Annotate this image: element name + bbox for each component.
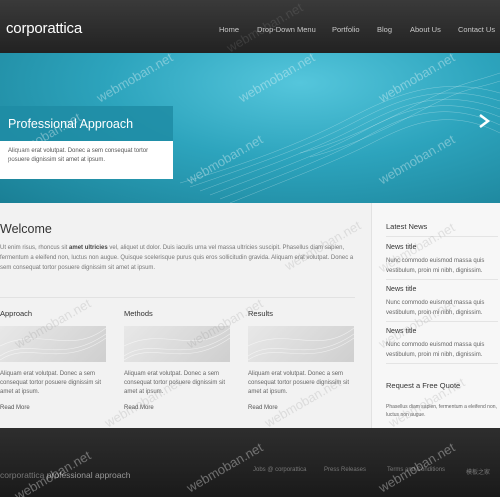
sidebar-divider — [386, 236, 498, 237]
main-content: Welcome Ut enim risus, rhoncus sit amet … — [0, 203, 370, 428]
read-more-link[interactable]: Read More — [248, 405, 354, 411]
quote-heading[interactable]: Request a Free Quote — [386, 381, 460, 390]
nav-home[interactable]: Home — [219, 25, 239, 34]
footer-link-press[interactable]: Press Releases — [324, 467, 366, 473]
news-title[interactable]: News title — [386, 328, 416, 335]
nav-about-us[interactable]: About Us — [410, 25, 441, 34]
site-header: corporattica Home Drop-Down Menu Portfol… — [0, 0, 500, 53]
news-text: Nunc commodo euismod massa quis vestibul… — [386, 300, 485, 316]
column-image — [248, 326, 354, 362]
site-footer: corporattica professional approach Jobs … — [0, 428, 500, 497]
next-slide-arrow-icon[interactable] — [478, 114, 490, 128]
footer-brand[interactable]: corporattica — [0, 470, 44, 480]
hero-banner: Professional Approach Aliquam erat volut… — [0, 53, 500, 203]
sidebar: Latest News News title Nunc commodo euis… — [371, 203, 500, 428]
welcome-text-bold: amet ultricies — [69, 245, 108, 251]
column-text: Aliquam erat volutpat. Donec a sem conse… — [124, 371, 226, 395]
quote-text: Phasellus diam sapien, fermentum a eleif… — [386, 404, 497, 418]
news-title[interactable]: News title — [386, 244, 416, 251]
nav-contact-us[interactable]: Contact Us — [458, 25, 495, 34]
column-results: Results Aliquam erat volutpat. Donec a s… — [248, 309, 354, 411]
read-more-link[interactable]: Read More — [0, 405, 106, 411]
footer-link-template-home[interactable]: 模板之家 — [466, 467, 490, 476]
news-title[interactable]: News title — [386, 286, 416, 293]
column-title: Results — [248, 309, 274, 318]
column-image — [124, 326, 230, 362]
welcome-heading: Welcome — [0, 222, 52, 236]
latest-news-heading: Latest News — [386, 222, 428, 231]
footer-link-jobs[interactable]: Jobs @ corporattica — [253, 467, 306, 473]
sidebar-divider — [386, 279, 498, 280]
banner-text-box: Aliquam erat volutpat. Donec a sem conse… — [0, 141, 173, 179]
site-logo[interactable]: corporattica — [6, 20, 82, 37]
column-methods: Methods Aliquam erat volutpat. Donec a s… — [124, 309, 230, 411]
footer-link-terms[interactable]: Terms and Conditions — [387, 467, 445, 473]
banner-title: Professional Approach — [8, 117, 134, 131]
footer-logo: corporattica professional approach — [0, 470, 130, 480]
welcome-text-part-1: Ut enim risus, rhoncus sit — [0, 245, 70, 251]
nav-drop-down-menu[interactable]: Drop-Down Menu — [257, 25, 316, 34]
nav-portfolio[interactable]: Portfolio — [332, 25, 360, 34]
banner-title-box: Professional Approach — [0, 106, 173, 141]
welcome-text: Ut enim risus, rhoncus sit amet ultricie… — [0, 243, 355, 273]
news-text: Nunc commodo euismod massa quis vestibul… — [386, 342, 485, 358]
read-more-link[interactable]: Read More — [124, 405, 230, 411]
column-title: Methods — [124, 309, 153, 318]
sidebar-divider — [386, 363, 498, 364]
column-approach: Approach Aliquam erat volutpat. Donec a … — [0, 309, 106, 411]
news-text: Nunc commodo euismod massa quis vestibul… — [386, 258, 485, 274]
column-title: Approach — [0, 309, 33, 318]
column-image — [0, 326, 106, 362]
column-text: Aliquam erat volutpat. Donec a sem conse… — [248, 371, 350, 395]
footer-tagline: professional approach — [46, 470, 131, 480]
banner-text: Aliquam erat volutpat. Donec a sem conse… — [8, 148, 149, 163]
column-text: Aliquam erat volutpat. Donec a sem conse… — [0, 371, 102, 395]
content-divider — [0, 297, 355, 298]
nav-blog[interactable]: Blog — [377, 25, 392, 34]
sidebar-divider — [386, 321, 498, 322]
